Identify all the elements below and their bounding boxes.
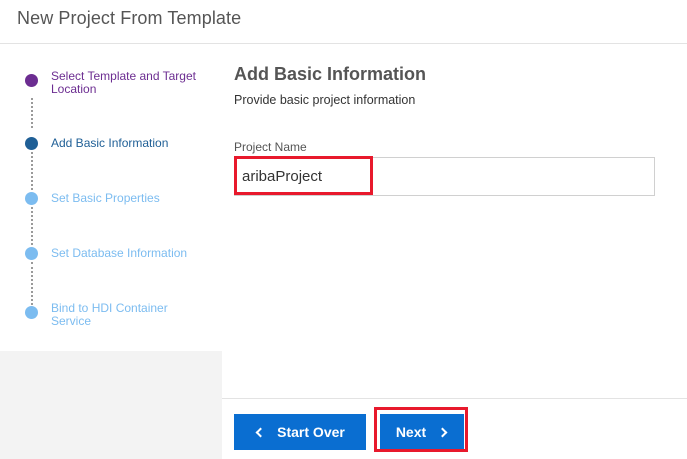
step-connector — [31, 98, 33, 128]
step-indicator — [25, 247, 38, 260]
step-indicator — [25, 74, 38, 87]
project-name-label: Project Name — [234, 140, 307, 154]
start-over-label: Start Over — [277, 424, 345, 440]
chevron-right-icon — [437, 427, 448, 437]
step-label: Add Basic Information — [51, 136, 169, 150]
step-label: Set Basic Properties — [51, 191, 160, 205]
page-title: Add Basic Information — [234, 64, 427, 84]
window-title: New Project From Template — [17, 8, 242, 28]
step-indicator — [25, 192, 38, 205]
new-project-dialog: New Project From Template Select Templat… — [0, 0, 687, 459]
wizard-steps: Select Template and Target Location Add … — [0, 44, 222, 350]
sidebar-background — [0, 351, 222, 459]
step-label: Set Database Information — [51, 246, 188, 260]
step-label: Select Template and Target Location — [51, 69, 196, 96]
next-button[interactable]: Next — [380, 414, 464, 450]
step-indicator — [25, 306, 38, 319]
project-name-input[interactable] — [234, 157, 655, 196]
start-over-button[interactable]: Start Over — [234, 414, 366, 450]
next-label: Next — [395, 424, 427, 440]
step-connector — [31, 207, 33, 245]
chevron-left-icon — [255, 427, 266, 437]
step-connector — [31, 262, 33, 305]
step-indicator — [25, 137, 38, 150]
page-subtitle: Provide basic project information — [234, 93, 416, 107]
step-connector — [31, 152, 33, 190]
dialog-footer: Start Over Next — [222, 398, 687, 459]
title-bar: New Project From Template — [0, 0, 687, 44]
step-label: Bind to HDI Container Service — [51, 301, 168, 328]
main-content: Add Basic Information Provide basic proj… — [222, 44, 687, 398]
